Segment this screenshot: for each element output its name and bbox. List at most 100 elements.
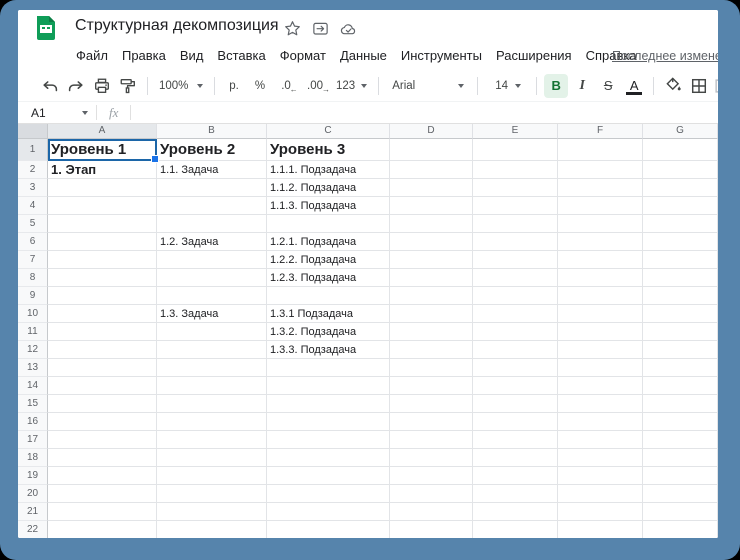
cell-E14[interactable]	[473, 377, 558, 395]
move-folder-icon[interactable]	[312, 20, 329, 37]
row-header-22[interactable]: 22	[18, 521, 48, 538]
strikethrough-button[interactable]: S	[596, 74, 620, 98]
cell-B3[interactable]	[157, 179, 267, 197]
cell-C3[interactable]: 1.1.2. Подзадача	[267, 179, 390, 197]
cell-C1[interactable]: Уровень 3	[267, 139, 390, 161]
menu-item-3[interactable]: Вставка	[210, 46, 272, 65]
row-header-5[interactable]: 5	[18, 215, 48, 233]
cell-A13[interactable]	[48, 359, 157, 377]
cell-E5[interactable]	[473, 215, 558, 233]
cell-G11[interactable]	[643, 323, 718, 341]
column-header-F[interactable]: F	[558, 124, 643, 139]
cell-B11[interactable]	[157, 323, 267, 341]
row-header-17[interactable]: 17	[18, 431, 48, 449]
cell-G22[interactable]	[643, 521, 718, 538]
cell-G20[interactable]	[643, 485, 718, 503]
row-header-3[interactable]: 3	[18, 179, 48, 197]
cell-C10[interactable]: 1.3.1 Подзадача	[267, 305, 390, 323]
column-header-C[interactable]: C	[267, 124, 390, 139]
last-edit-link[interactable]: Последнее изменен	[612, 49, 718, 63]
row-header-9[interactable]: 9	[18, 287, 48, 305]
cell-A7[interactable]	[48, 251, 157, 269]
paint-format-button[interactable]	[116, 74, 140, 98]
cell-D18[interactable]	[390, 449, 473, 467]
cell-G12[interactable]	[643, 341, 718, 359]
cell-A18[interactable]	[48, 449, 157, 467]
cell-E12[interactable]	[473, 341, 558, 359]
cell-C6[interactable]: 1.2.1. Подзадача	[267, 233, 390, 251]
cell-C19[interactable]	[267, 467, 390, 485]
menu-item-6[interactable]: Инструменты	[394, 46, 489, 65]
cell-D16[interactable]	[390, 413, 473, 431]
cell-E18[interactable]	[473, 449, 558, 467]
row-header-13[interactable]: 13	[18, 359, 48, 377]
cell-F9[interactable]	[558, 287, 643, 305]
cell-E2[interactable]	[473, 161, 558, 179]
formula-input[interactable]	[131, 102, 718, 123]
cell-G14[interactable]	[643, 377, 718, 395]
italic-button[interactable]: I	[570, 74, 594, 98]
cell-D17[interactable]	[390, 431, 473, 449]
row-header-11[interactable]: 11	[18, 323, 48, 341]
cell-D22[interactable]	[390, 521, 473, 538]
cell-B8[interactable]	[157, 269, 267, 287]
cell-E10[interactable]	[473, 305, 558, 323]
cell-E22[interactable]	[473, 521, 558, 538]
cell-G1[interactable]	[643, 139, 718, 161]
cell-C11[interactable]: 1.3.2. Подзадача	[267, 323, 390, 341]
cell-A12[interactable]	[48, 341, 157, 359]
cell-G19[interactable]	[643, 467, 718, 485]
cell-A19[interactable]	[48, 467, 157, 485]
cell-F15[interactable]	[558, 395, 643, 413]
cell-E16[interactable]	[473, 413, 558, 431]
cell-D21[interactable]	[390, 503, 473, 521]
cell-E13[interactable]	[473, 359, 558, 377]
cell-C4[interactable]: 1.1.3. Подзадача	[267, 197, 390, 215]
cell-F12[interactable]	[558, 341, 643, 359]
cell-D9[interactable]	[390, 287, 473, 305]
cell-A8[interactable]	[48, 269, 157, 287]
increase-decimal-button[interactable]: .00→	[300, 74, 330, 98]
cell-F2[interactable]	[558, 161, 643, 179]
cell-D4[interactable]	[390, 197, 473, 215]
row-header-21[interactable]: 21	[18, 503, 48, 521]
cell-F22[interactable]	[558, 521, 643, 538]
cell-B5[interactable]	[157, 215, 267, 233]
name-box[interactable]: A1	[18, 102, 96, 123]
cell-A3[interactable]	[48, 179, 157, 197]
cell-D5[interactable]	[390, 215, 473, 233]
cell-A20[interactable]	[48, 485, 157, 503]
cell-A5[interactable]	[48, 215, 157, 233]
star-icon[interactable]	[284, 20, 301, 37]
cell-A2[interactable]: 1. Этап	[48, 161, 157, 179]
currency-format-button[interactable]: р.	[222, 74, 246, 98]
undo-button[interactable]	[38, 74, 62, 98]
cell-G15[interactable]	[643, 395, 718, 413]
cell-B18[interactable]	[157, 449, 267, 467]
column-header-D[interactable]: D	[390, 124, 473, 139]
menu-item-1[interactable]: Правка	[115, 46, 173, 65]
cell-A9[interactable]	[48, 287, 157, 305]
cell-C16[interactable]	[267, 413, 390, 431]
cell-G7[interactable]	[643, 251, 718, 269]
cell-D13[interactable]	[390, 359, 473, 377]
column-header-B[interactable]: B	[157, 124, 267, 139]
decrease-decimal-button[interactable]: .0←	[274, 74, 298, 98]
cell-B12[interactable]	[157, 341, 267, 359]
cell-D1[interactable]	[390, 139, 473, 161]
cell-C13[interactable]	[267, 359, 390, 377]
cell-E7[interactable]	[473, 251, 558, 269]
redo-button[interactable]	[64, 74, 88, 98]
more-formats-button[interactable]: 123	[332, 74, 371, 98]
row-header-16[interactable]: 16	[18, 413, 48, 431]
column-header-A[interactable]: A	[48, 124, 157, 139]
cell-C14[interactable]	[267, 377, 390, 395]
cell-C8[interactable]: 1.2.3. Подзадача	[267, 269, 390, 287]
cell-E15[interactable]	[473, 395, 558, 413]
cell-G2[interactable]	[643, 161, 718, 179]
cell-C9[interactable]	[267, 287, 390, 305]
print-button[interactable]	[90, 74, 114, 98]
cell-B22[interactable]	[157, 521, 267, 538]
cell-F13[interactable]	[558, 359, 643, 377]
cell-B20[interactable]	[157, 485, 267, 503]
